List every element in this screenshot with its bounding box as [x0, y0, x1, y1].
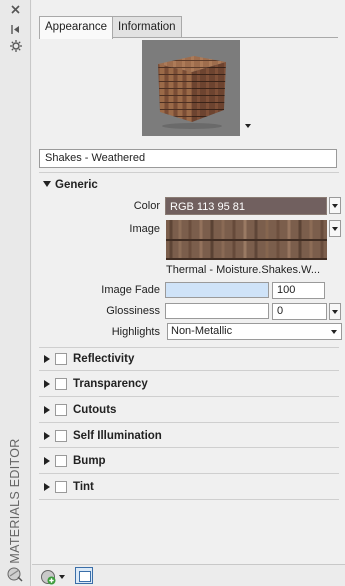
- divider: [39, 473, 339, 474]
- glossiness-input[interactable]: 0: [272, 303, 327, 320]
- image-thumbnail[interactable]: [166, 220, 327, 260]
- section-transparency[interactable]: Transparency: [44, 377, 148, 391]
- image-fade-input[interactable]: 100: [272, 282, 325, 299]
- editor-footer: [32, 564, 345, 586]
- highlights-label: Highlights: [111, 326, 160, 338]
- title-strip: MATERIALS EDITOR: [0, 0, 31, 586]
- color-swatch[interactable]: RGB 113 95 81: [165, 197, 327, 215]
- properties-icon[interactable]: [8, 40, 23, 54]
- highlights-select[interactable]: Non-Metallic: [167, 323, 342, 340]
- material-name-field[interactable]: Shakes - Weathered: [39, 149, 337, 168]
- divider: [39, 347, 339, 348]
- expand-icon: [44, 355, 50, 363]
- divider: [39, 499, 339, 500]
- material-preview[interactable]: [142, 40, 240, 136]
- divider: [39, 370, 339, 371]
- cutouts-checkbox[interactable]: [55, 404, 67, 416]
- close-icon[interactable]: [8, 4, 23, 18]
- expand-icon: [44, 483, 50, 491]
- tint-checkbox[interactable]: [55, 481, 67, 493]
- divider: [39, 396, 339, 397]
- panel-title: MATERIALS EDITOR: [8, 438, 22, 564]
- divider: [39, 172, 339, 173]
- glossiness-slider[interactable]: [165, 303, 269, 319]
- collapse-icon: [43, 181, 51, 187]
- image-fade-slider[interactable]: [165, 282, 269, 298]
- transparency-checkbox[interactable]: [55, 378, 67, 390]
- create-material-icon[interactable]: [40, 569, 56, 585]
- expand-icon: [44, 457, 50, 465]
- section-self-illumination[interactable]: Self Illumination: [44, 429, 162, 443]
- section-bump[interactable]: Bump: [44, 454, 106, 468]
- create-material-dropdown[interactable]: [59, 575, 65, 579]
- materials-editor-panel: Appearance Information Shakes - Weathere…: [32, 0, 345, 586]
- tab-bar: Appearance Information: [39, 16, 182, 39]
- image-label: Image: [129, 223, 160, 235]
- image-fade-label: Image Fade: [101, 284, 160, 296]
- expand-icon: [44, 432, 50, 440]
- glossiness-label: Glossiness: [106, 305, 160, 317]
- expand-icon: [44, 406, 50, 414]
- expand-icon: [44, 380, 50, 388]
- section-cutouts[interactable]: Cutouts: [44, 403, 116, 417]
- reflectivity-checkbox[interactable]: [55, 353, 67, 365]
- divider: [39, 422, 339, 423]
- color-dropdown[interactable]: [329, 197, 341, 214]
- preview-options-arrow[interactable]: [245, 124, 251, 128]
- image-filename: Thermal - Moisture.Shakes.W...: [166, 264, 321, 276]
- tab-appearance[interactable]: Appearance: [39, 16, 114, 39]
- material-ball-icon[interactable]: [6, 566, 24, 582]
- tab-information[interactable]: Information: [112, 16, 182, 38]
- bump-checkbox[interactable]: [55, 455, 67, 467]
- generic-section-header[interactable]: Generic: [43, 179, 98, 191]
- image-dropdown[interactable]: [329, 220, 341, 237]
- glossiness-dropdown[interactable]: [329, 303, 341, 320]
- color-label: Color: [133, 200, 160, 212]
- section-tint[interactable]: Tint: [44, 480, 94, 494]
- auto-hide-icon[interactable]: [8, 24, 23, 38]
- divider: [39, 447, 339, 448]
- section-reflectivity[interactable]: Reflectivity: [44, 352, 134, 366]
- self-illumination-checkbox[interactable]: [55, 430, 67, 442]
- material-browser-icon[interactable]: [75, 567, 93, 584]
